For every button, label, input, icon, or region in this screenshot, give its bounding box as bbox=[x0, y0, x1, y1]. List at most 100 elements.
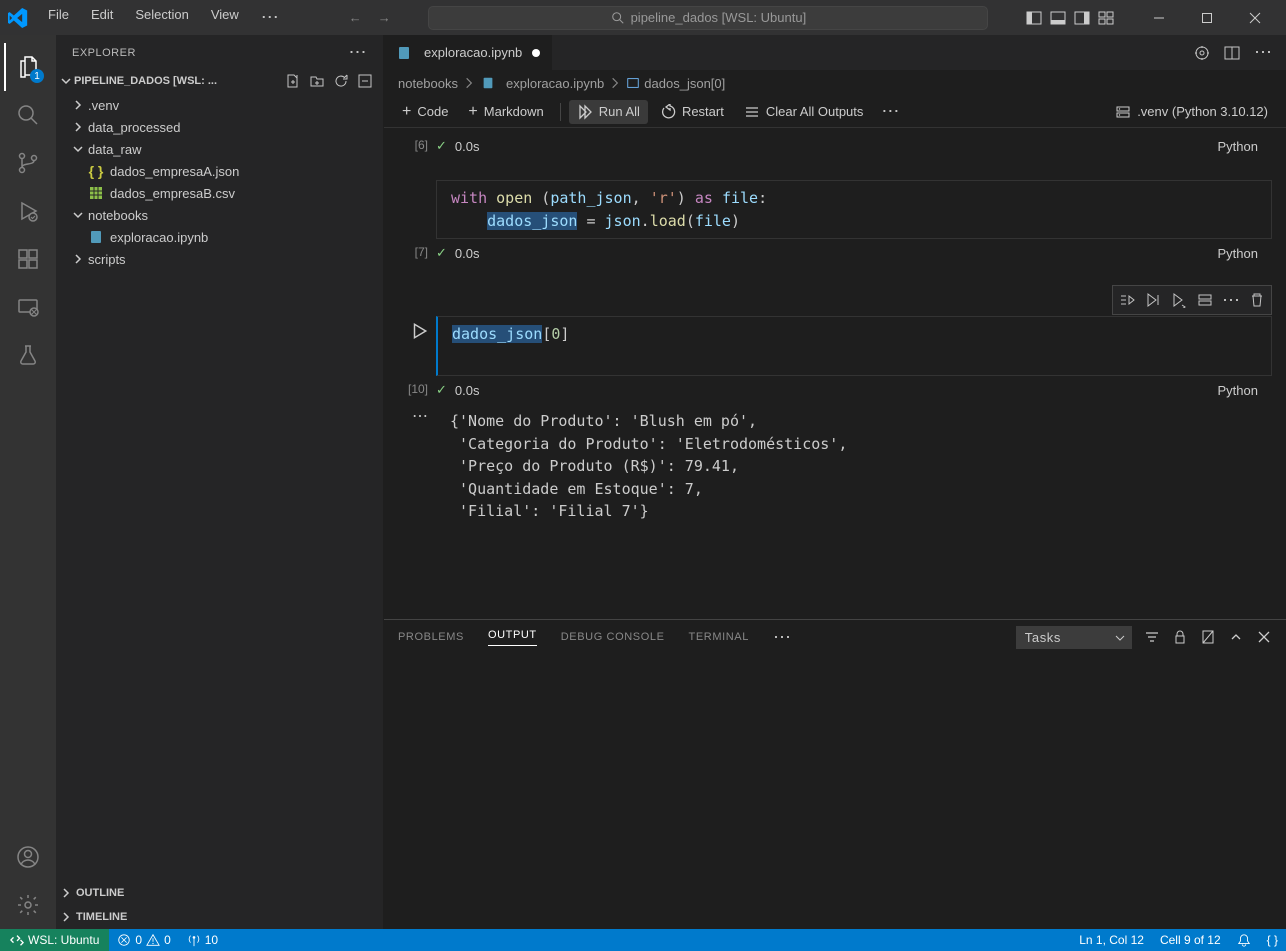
layout-icon-4[interactable] bbox=[1098, 10, 1114, 26]
cell-code[interactable]: with open (path_json, 'r') as file: dado… bbox=[436, 180, 1272, 239]
notebook-icon bbox=[480, 75, 496, 91]
tree-folder-notebooks[interactable]: notebooks bbox=[56, 204, 383, 226]
split-cell-icon[interactable] bbox=[1193, 288, 1217, 312]
nb-clear[interactable]: Clear All Outputs bbox=[736, 100, 872, 124]
activity-extensions[interactable] bbox=[4, 235, 52, 283]
close-panel-icon[interactable] bbox=[1256, 629, 1272, 645]
collapse-icon[interactable] bbox=[357, 73, 373, 89]
command-center[interactable]: pipeline_dados [WSL: Ubuntu] bbox=[428, 6, 988, 30]
close-button[interactable] bbox=[1232, 0, 1278, 35]
nav-back-icon[interactable]: ← bbox=[349, 10, 362, 25]
output-more-icon[interactable]: ⋯ bbox=[412, 406, 428, 426]
tab-exploracao[interactable]: exploracao.ipynb bbox=[384, 35, 553, 70]
nb-add-markdown[interactable]: +Markdown bbox=[460, 99, 551, 125]
filter-icon[interactable] bbox=[1144, 629, 1160, 645]
notebook-icon bbox=[396, 45, 412, 61]
panel-tab-problems[interactable]: PROBLEMS bbox=[398, 631, 464, 643]
activity-debug[interactable] bbox=[4, 187, 52, 235]
check-icon: ✓ bbox=[436, 382, 447, 398]
chevron-down-icon bbox=[60, 75, 72, 87]
menu-more-icon[interactable]: ⋯ bbox=[251, 2, 289, 33]
split-editor-icon[interactable] bbox=[1224, 45, 1240, 61]
activity-search[interactable] bbox=[4, 91, 52, 139]
panel-tab-debug[interactable]: DEBUG CONSOLE bbox=[561, 631, 665, 643]
breadcrumb-notebooks[interactable]: notebooks bbox=[398, 76, 458, 91]
folder-header[interactable]: PIPELINE_DADOS [WSL: ... bbox=[56, 70, 383, 92]
panel-more-icon[interactable]: ⋯ bbox=[773, 627, 792, 648]
tab-more-icon[interactable]: ⋯ bbox=[1254, 42, 1272, 63]
breadcrumb-file[interactable]: exploracao.ipynb bbox=[480, 75, 604, 91]
nb-kernel[interactable]: .venv (Python 3.10.12) bbox=[1107, 100, 1276, 124]
cell-code-active[interactable]: dados_json[0] bbox=[436, 316, 1272, 376]
cell-lang[interactable]: Python bbox=[1218, 383, 1258, 398]
status-problems[interactable]: 0 0 bbox=[109, 929, 178, 951]
layout-icon-1[interactable] bbox=[1026, 10, 1042, 26]
sidebar-outline[interactable]: OUTLINE bbox=[56, 881, 383, 905]
explorer-badge: 1 bbox=[30, 69, 44, 83]
layout-icon-3[interactable] bbox=[1074, 10, 1090, 26]
cell-more-icon[interactable]: ⋯ bbox=[1219, 288, 1243, 312]
chevron-down-icon bbox=[1114, 632, 1126, 644]
nb-add-code[interactable]: +Code bbox=[394, 99, 456, 125]
breadcrumb[interactable]: notebooks exploracao.ipynb dados_json[0] bbox=[384, 70, 1286, 96]
status-lncol[interactable]: Ln 1, Col 12 bbox=[1071, 933, 1152, 947]
refresh-icon[interactable] bbox=[333, 73, 349, 89]
menu-selection[interactable]: Selection bbox=[125, 2, 198, 33]
new-file-icon[interactable] bbox=[285, 73, 301, 89]
delete-cell-icon[interactable] bbox=[1245, 288, 1269, 312]
activity-scm[interactable] bbox=[4, 139, 52, 187]
panel-tab-terminal[interactable]: TERMINAL bbox=[689, 631, 749, 643]
lock-icon[interactable] bbox=[1172, 629, 1188, 645]
nb-run-all[interactable]: Run All bbox=[569, 100, 648, 124]
status-ports[interactable]: 10 bbox=[179, 929, 226, 951]
execute-below-icon[interactable] bbox=[1167, 288, 1191, 312]
breadcrumb-cell[interactable]: dados_json[0] bbox=[626, 76, 725, 91]
tree-folder-venv[interactable]: .venv bbox=[56, 94, 383, 116]
activity-test[interactable] bbox=[4, 331, 52, 379]
panel-tab-output[interactable]: OUTPUT bbox=[488, 629, 537, 646]
status-remote[interactable]: WSL: Ubuntu bbox=[0, 929, 109, 951]
tree-folder-raw[interactable]: data_raw bbox=[56, 138, 383, 160]
nb-restart[interactable]: Restart bbox=[652, 100, 732, 124]
nav-forward-icon[interactable]: → bbox=[378, 10, 391, 25]
activity-remote[interactable] bbox=[4, 283, 52, 331]
maximize-button[interactable] bbox=[1184, 0, 1230, 35]
cell-number: [10] bbox=[408, 382, 428, 396]
extensions-icon bbox=[16, 247, 40, 271]
notebook-body[interactable]: [6] ✓0.0s Python with open (path_json, '… bbox=[384, 128, 1286, 619]
tree-file-ipynb[interactable]: exploracao.ipynb bbox=[56, 226, 383, 248]
tree-folder-processed[interactable]: data_processed bbox=[56, 116, 383, 138]
activity-settings[interactable] bbox=[4, 881, 52, 929]
new-folder-icon[interactable] bbox=[309, 73, 325, 89]
status-brace[interactable]: { } bbox=[1259, 933, 1286, 947]
execute-above-icon[interactable] bbox=[1141, 288, 1165, 312]
layout-icon-2[interactable] bbox=[1050, 10, 1066, 26]
clear-output-icon[interactable] bbox=[1200, 629, 1216, 645]
csv-icon bbox=[88, 185, 104, 201]
cell-lang[interactable]: Python bbox=[1218, 139, 1258, 154]
editor-area: exploracao.ipynb ⋯ notebooks exploracao.… bbox=[384, 35, 1286, 929]
dirty-indicator-icon bbox=[532, 49, 540, 57]
run-by-line-icon[interactable] bbox=[1115, 288, 1139, 312]
activity-explorer[interactable]: 1 bbox=[4, 43, 52, 91]
run-config-icon[interactable] bbox=[1194, 45, 1210, 61]
activity-account[interactable] bbox=[4, 833, 52, 881]
bell-icon bbox=[1237, 933, 1251, 947]
activity-bar: 1 bbox=[0, 35, 56, 929]
menu-edit[interactable]: Edit bbox=[81, 2, 123, 33]
sidebar-timeline[interactable]: TIMELINE bbox=[56, 905, 383, 929]
tree-file-json[interactable]: { }dados_empresaA.json bbox=[56, 160, 383, 182]
status-bell[interactable] bbox=[1229, 933, 1259, 947]
menu-file[interactable]: File bbox=[38, 2, 79, 33]
sidebar-more-icon[interactable]: ⋯ bbox=[349, 42, 368, 63]
cell-lang[interactable]: Python bbox=[1218, 246, 1258, 261]
menu-view[interactable]: View bbox=[201, 2, 249, 33]
run-cell-icon[interactable] bbox=[410, 322, 428, 340]
chevron-up-icon[interactable] bbox=[1228, 629, 1244, 645]
remote-indicator-icon bbox=[10, 933, 24, 947]
tree-file-csv[interactable]: dados_empresaB.csv bbox=[56, 182, 383, 204]
minimize-button[interactable] bbox=[1136, 0, 1182, 35]
nb-more-icon[interactable]: ⋯ bbox=[881, 101, 899, 122]
tree-folder-scripts[interactable]: scripts bbox=[56, 248, 383, 270]
status-cell[interactable]: Cell 9 of 12 bbox=[1152, 933, 1229, 947]
